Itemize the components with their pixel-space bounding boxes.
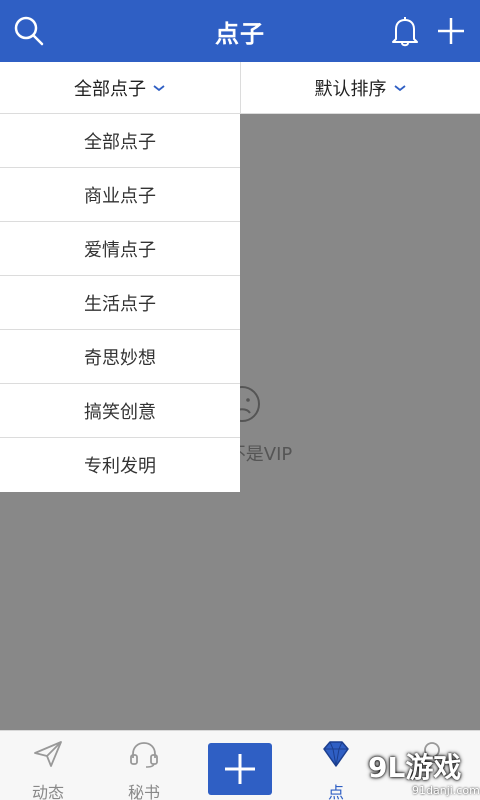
dropdown-item[interactable]: 专利发明: [0, 438, 240, 492]
chevron-down-icon: [153, 85, 165, 92]
watermark-url: 91danji.com: [412, 784, 480, 797]
site-watermark: 9L游戏 91danji.com: [360, 736, 480, 800]
dropdown-item[interactable]: 全部点子: [0, 114, 240, 168]
add-button[interactable]: [208, 743, 272, 795]
tab-label: 秘书: [127, 783, 160, 800]
sort-filter[interactable]: 默认排序: [241, 62, 480, 114]
headset-icon: [130, 742, 158, 768]
add-icon: [225, 754, 255, 784]
dropdown-item[interactable]: 奇思妙想: [0, 330, 240, 384]
diamond-icon: [323, 741, 349, 767]
plus-icon[interactable]: [432, 12, 470, 50]
tab-dongtai[interactable]: 动态: [0, 731, 96, 800]
tab-label: 动态: [31, 783, 64, 800]
chevron-down-icon: [393, 85, 406, 92]
category-filter-label: 全部点子: [74, 79, 146, 100]
paper-plane-icon: [34, 741, 62, 767]
dropdown-item[interactable]: 生活点子: [0, 276, 240, 330]
filter-bar: 全部点子 默认排序: [0, 62, 480, 114]
category-filter[interactable]: 全部点子: [0, 62, 240, 114]
dropdown-item[interactable]: 商业点子: [0, 168, 240, 222]
sort-filter-label: 默认排序: [314, 79, 387, 100]
dropdown-item[interactable]: 爱情点子: [0, 222, 240, 276]
bell-icon[interactable]: [386, 12, 424, 50]
watermark-logo: 9L游戏: [368, 751, 462, 784]
tab-mishu[interactable]: 秘书: [96, 731, 192, 800]
category-dropdown: 全部点子 商业点子 爱情点子 生活点子 奇思妙想 搞笑创意 专利发明: [0, 114, 240, 492]
dropdown-item[interactable]: 搞笑创意: [0, 384, 240, 438]
app-header: 点子: [0, 0, 480, 62]
